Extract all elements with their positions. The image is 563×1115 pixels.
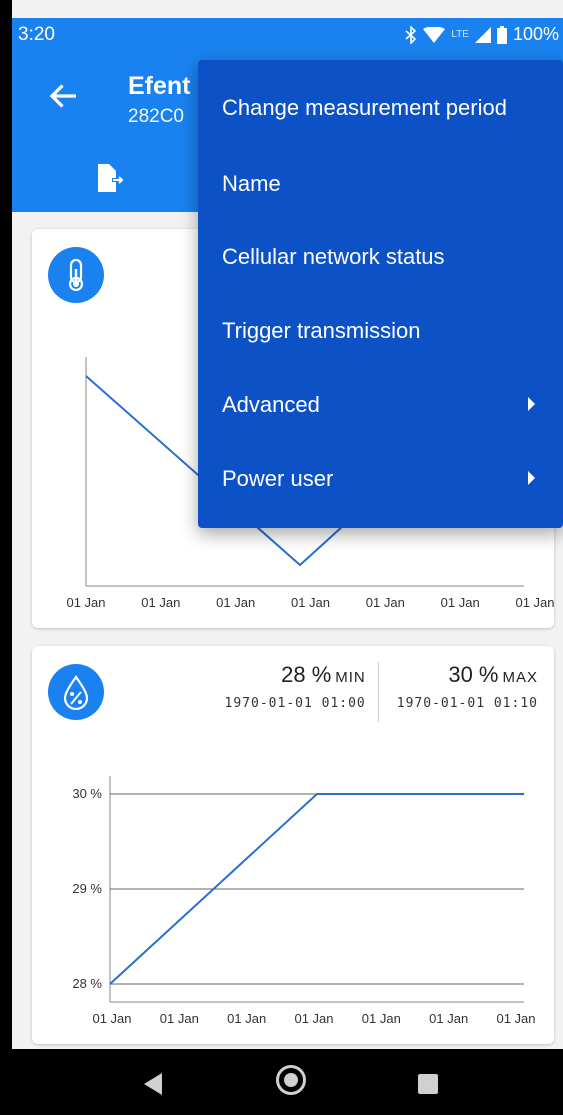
menu-item-cellular-network-status[interactable]: Cellular network status (198, 227, 563, 287)
menu-item-label: Cellular network status (222, 244, 445, 269)
x-tick-label: 01 Jan (441, 595, 480, 610)
network-type: LTE (451, 29, 469, 40)
menu-item-name[interactable]: Name (198, 154, 563, 214)
signal-icon (474, 26, 491, 43)
export-file-icon[interactable] (90, 160, 126, 196)
nav-home-icon[interactable] (276, 1065, 306, 1095)
x-tick-label: 01 Jan (366, 595, 405, 610)
x-tick-label: 01 Jan (429, 1011, 468, 1026)
system-nav-bar (0, 1049, 563, 1115)
x-tick-label: 01 Jan (227, 1011, 266, 1026)
y-tick-label: 28 % (72, 976, 102, 991)
battery-level: 100% (512, 24, 559, 44)
status-time: 3:20 (18, 24, 55, 45)
x-tick-label: 01 Jan (92, 1011, 131, 1026)
status-icons: LTE 100% (405, 24, 559, 45)
menu-item-label: Name (222, 171, 281, 196)
x-tick-label: 01 Jan (66, 595, 105, 610)
submenu-arrow-icon (528, 471, 535, 485)
y-tick-label: 30 % (72, 786, 102, 801)
x-tick-label: 01 Jan (160, 1011, 199, 1026)
x-tick-label: 01 Jan (496, 1011, 535, 1026)
device-id: 282C0 (128, 106, 184, 127)
status-bar: 3:20 LTE 100% (12, 18, 563, 54)
app-screen: 3:20 LTE 100% Efent 282C0 01 Jan 01 Jan … (12, 0, 563, 1115)
humidity-chart: 28 % 29 % 30 % 01 Jan 01 Jan 01 Jan 01 Jan 01 J… (72, 776, 536, 1026)
menu-item-label: Power user (222, 466, 334, 491)
menu-item-label: Advanced (222, 392, 320, 417)
nav-back-icon[interactable] (144, 1073, 162, 1095)
x-tick-label: 01 Jan (362, 1011, 401, 1026)
x-tick-label: 01 Jan (141, 595, 180, 610)
bluetooth-icon (405, 25, 417, 44)
wifi-icon (423, 26, 446, 43)
device-title: Efent (128, 72, 191, 100)
x-tick-label: 01 Jan (515, 595, 554, 610)
overflow-menu: Change measurement period Name Cellular ne… (198, 60, 563, 528)
menu-item-label: Change measurement period (222, 95, 507, 120)
humidity-card: 28 % MIN 1970-01-01 01:00 30 % MAX 1970-01… (32, 646, 554, 1044)
x-tick-label: 01 Jan (216, 595, 255, 610)
menu-item-change-measurement-period[interactable]: Change measurement period (198, 78, 563, 138)
x-tick-label: 01 Jan (294, 1011, 333, 1026)
x-tick-label: 01 Jan (291, 595, 330, 610)
menu-item-advanced[interactable]: Advanced (198, 375, 563, 435)
menu-item-power-user[interactable]: Power user (198, 449, 563, 509)
menu-item-trigger-transmission[interactable]: Trigger transmission (198, 301, 563, 361)
menu-item-label: Trigger transmission (222, 318, 421, 343)
back-arrow-icon[interactable] (46, 78, 82, 114)
nav-recents-icon[interactable] (418, 1074, 438, 1094)
y-tick-label: 29 % (72, 881, 102, 896)
battery-icon (496, 25, 507, 44)
submenu-arrow-icon (528, 397, 535, 411)
